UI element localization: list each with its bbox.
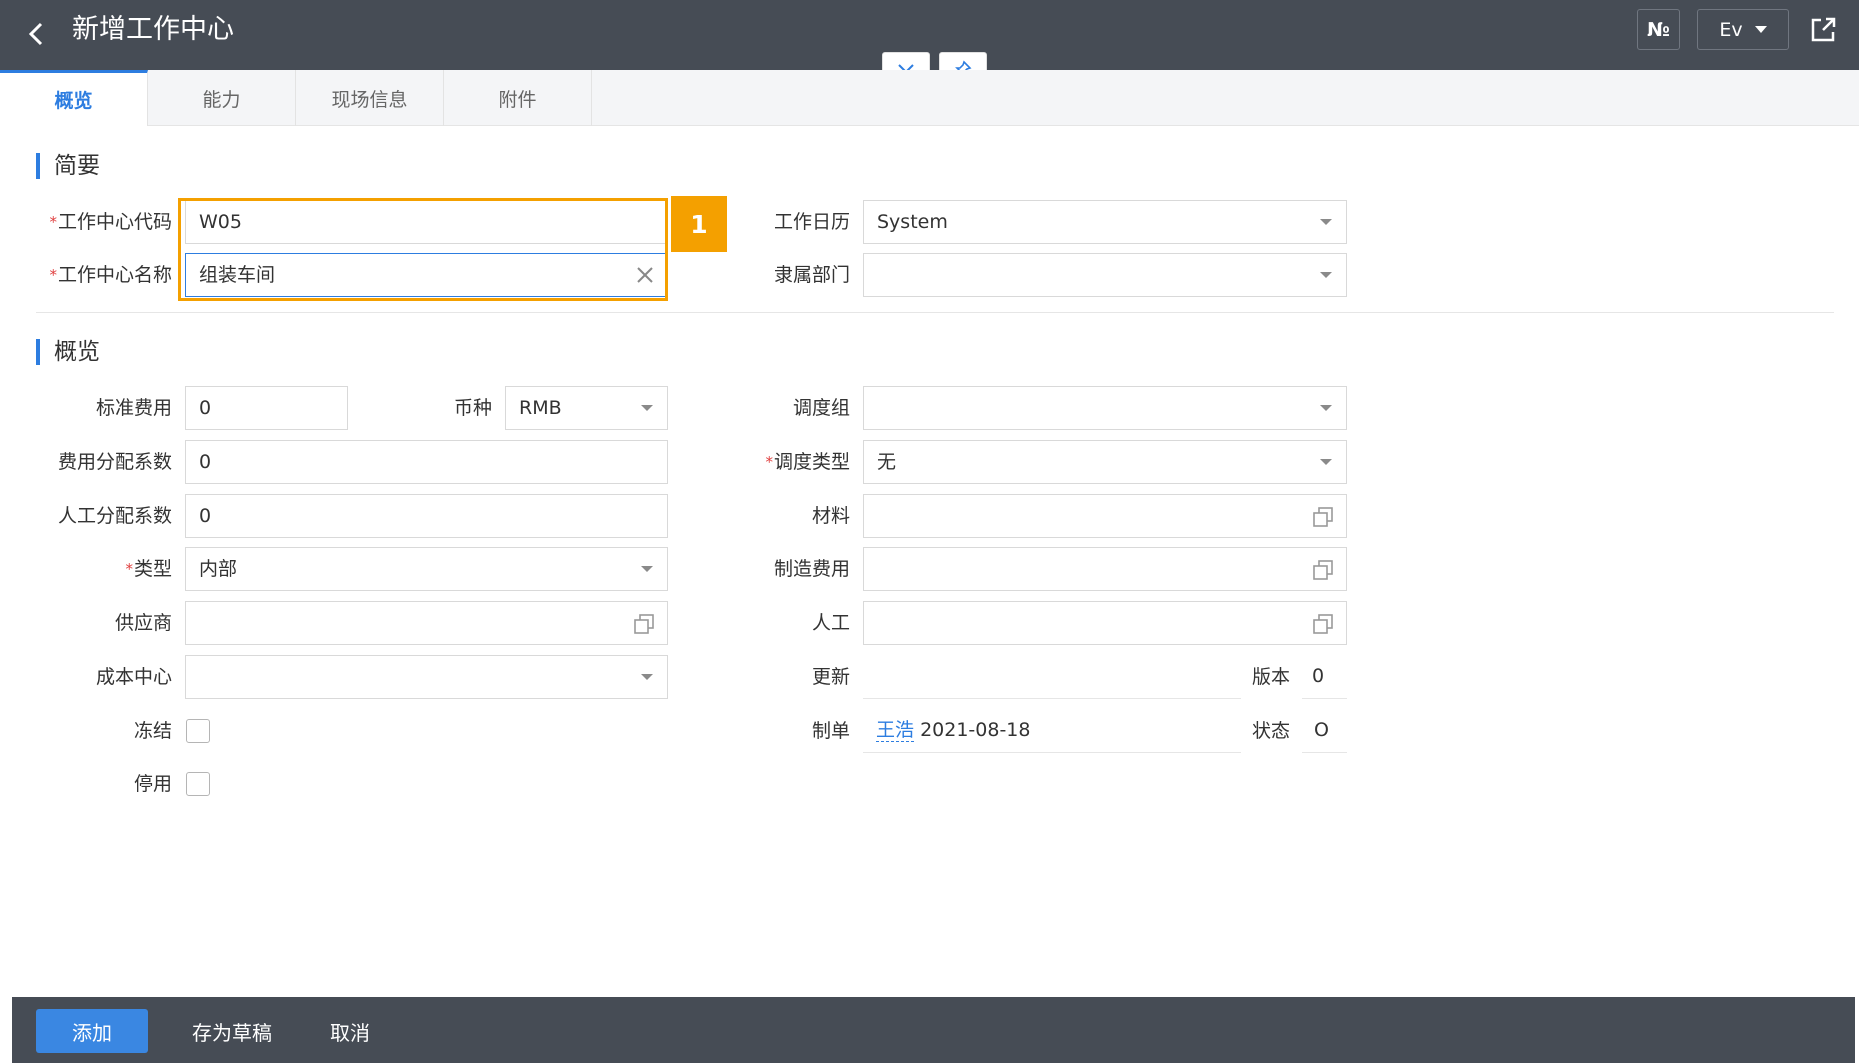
department-select[interactable] — [863, 253, 1347, 297]
version-value: 0 — [1302, 655, 1347, 699]
creator-field: 王浩 2021-08-18 — [863, 709, 1241, 753]
freeze-checkbox[interactable] — [186, 719, 210, 743]
dispatch-type-select[interactable]: 无 — [863, 440, 1347, 484]
creator-label: 制单 — [811, 720, 850, 742]
page-title: 新增工作中心 — [72, 14, 234, 45]
labor-lookup[interactable] — [863, 601, 1347, 645]
number-button[interactable]: № — [1637, 9, 1680, 50]
save-draft-button[interactable]: 存为草稿 — [174, 1009, 290, 1053]
dispatch-type-label: *调度类型 — [700, 440, 850, 484]
tab-site-info[interactable]: 现场信息 — [296, 70, 444, 126]
cost-factor-input[interactable]: 0 — [185, 440, 668, 484]
material-lookup[interactable] — [863, 494, 1347, 538]
lookup-icon[interactable] — [633, 613, 655, 635]
standard-cost-input[interactable]: 0 — [185, 386, 348, 430]
section-title-overview: 概览 — [36, 339, 100, 365]
language-label: Ev — [1719, 18, 1743, 41]
required-marker: * — [125, 560, 133, 578]
creator-date: 2021-08-18 — [920, 719, 1031, 741]
back-arrow-icon[interactable] — [22, 14, 52, 54]
required-marker: * — [765, 453, 773, 471]
calendar-select[interactable]: System — [863, 200, 1347, 244]
number-label: № — [1647, 18, 1670, 41]
lookup-icon[interactable] — [1312, 613, 1334, 635]
creator-link[interactable]: 王浩 — [876, 719, 915, 742]
required-marker: * — [49, 266, 57, 284]
calendar-label: 工作日历 — [773, 211, 850, 233]
tab-bar: 概览 能力 现场信息 附件 — [0, 70, 1859, 126]
share-icon[interactable] — [1807, 14, 1839, 46]
dropdown-arrow-icon — [1320, 272, 1332, 278]
type-value: 内部 — [199, 558, 238, 580]
tab-attachments[interactable]: 附件 — [444, 70, 592, 126]
dropdown-arrow-icon — [641, 405, 653, 411]
update-value — [863, 655, 1241, 699]
dropdown-arrow-icon — [641, 674, 653, 680]
currency-value: RMB — [519, 397, 562, 419]
labor-label: 人工 — [811, 612, 850, 634]
add-button[interactable]: 添加 — [36, 1009, 148, 1053]
currency-label: 币种 — [453, 397, 492, 419]
dispatch-type-label-text: 调度类型 — [773, 451, 850, 473]
labor-factor-input[interactable]: 0 — [185, 494, 668, 538]
type-label-text: 类型 — [133, 558, 172, 580]
chevron-down-icon — [1754, 26, 1767, 33]
dropdown-arrow-icon — [641, 566, 653, 572]
labor-factor-label: 人工分配系数 — [57, 505, 172, 527]
tab-capacity[interactable]: 能力 — [148, 70, 296, 126]
dropdown-arrow-icon — [1320, 459, 1332, 465]
name-label-text: 工作中心名称 — [57, 264, 172, 286]
dropdown-arrow-icon — [1320, 219, 1332, 225]
material-label: 材料 — [811, 505, 850, 527]
status-label: 状态 — [1251, 720, 1290, 742]
dispatch-type-value: 无 — [877, 451, 897, 473]
status-value: O — [1302, 709, 1347, 753]
type-select[interactable]: 内部 — [185, 547, 668, 591]
mfg-cost-label: 制造费用 — [773, 558, 850, 580]
required-marker: * — [49, 213, 57, 231]
type-label: *类型 — [20, 547, 172, 591]
dropdown-arrow-icon — [1320, 405, 1332, 411]
freeze-label: 冻结 — [133, 720, 172, 742]
version-label: 版本 — [1251, 666, 1290, 688]
supplier-label: 供应商 — [114, 612, 172, 634]
tab-overview[interactable]: 概览 — [0, 70, 148, 126]
currency-select[interactable]: RMB — [505, 386, 668, 430]
department-label: 隶属部门 — [773, 264, 850, 286]
supplier-lookup[interactable] — [185, 601, 668, 645]
mfg-cost-lookup[interactable] — [863, 547, 1347, 591]
standard-cost-label: 标准费用 — [95, 397, 172, 419]
language-dropdown[interactable]: Ev — [1697, 9, 1789, 50]
cost-center-select[interactable] — [185, 655, 668, 699]
highlight-box — [178, 198, 668, 301]
lookup-icon[interactable] — [1312, 559, 1334, 581]
cancel-button[interactable]: 取消 — [314, 1009, 386, 1053]
calendar-value: System — [877, 211, 948, 233]
disable-label: 停用 — [133, 773, 172, 795]
lookup-icon[interactable] — [1312, 506, 1334, 528]
action-bar: 添加 存为草稿 取消 — [12, 997, 1855, 1063]
cost-factor-label: 费用分配系数 — [57, 451, 172, 473]
dispatch-group-select[interactable] — [863, 386, 1347, 430]
update-label: 更新 — [811, 666, 850, 688]
code-label: *工作中心代码 — [20, 200, 172, 244]
section-title-summary: 简要 — [36, 153, 100, 179]
cost-center-label: 成本中心 — [95, 666, 172, 688]
name-label: *工作中心名称 — [20, 253, 172, 297]
section-divider — [36, 312, 1834, 313]
disable-checkbox[interactable] — [186, 772, 210, 796]
dispatch-group-label: 调度组 — [792, 397, 850, 419]
code-label-text: 工作中心代码 — [57, 211, 172, 233]
